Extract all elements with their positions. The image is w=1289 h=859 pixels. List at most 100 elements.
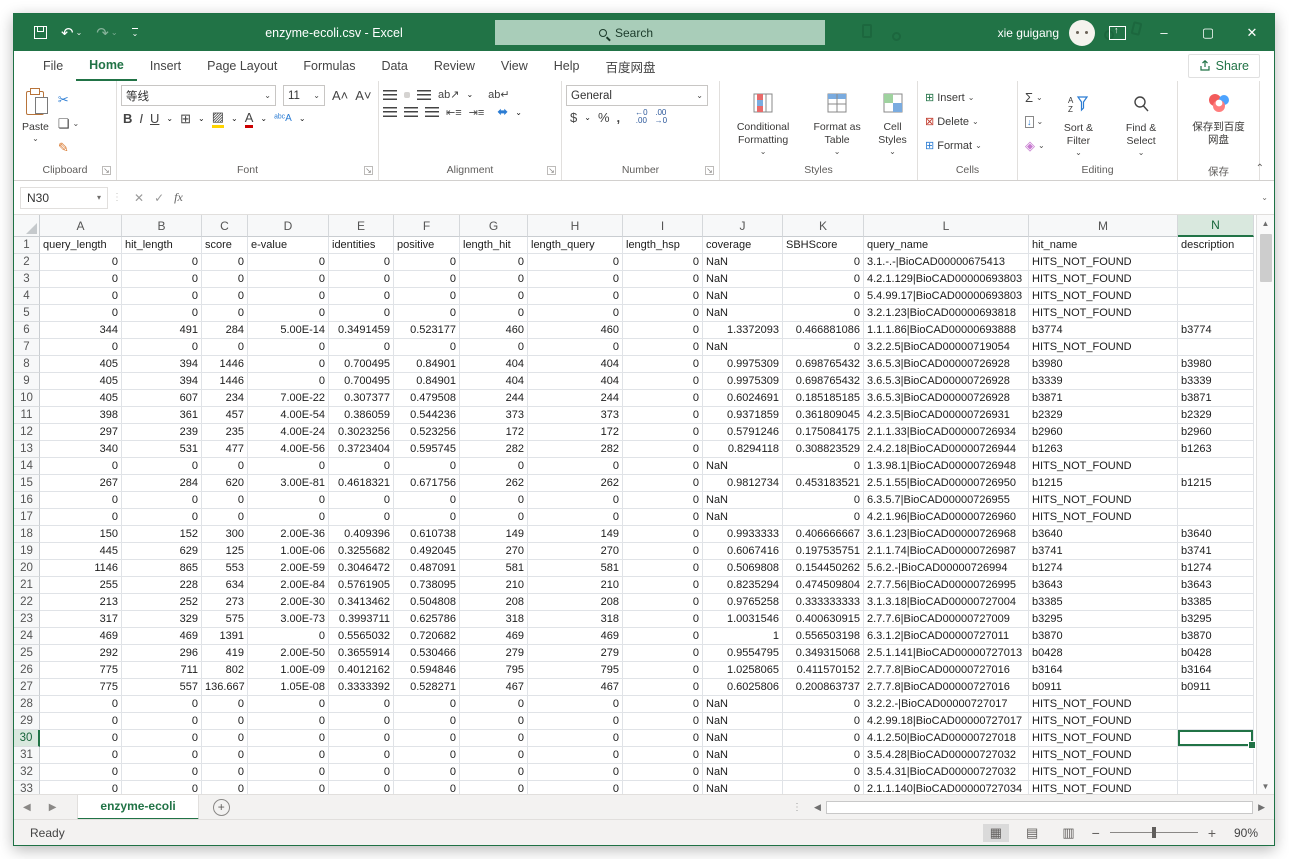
cell-H15[interactable]: 262 [528, 475, 623, 492]
cell-G24[interactable]: 469 [460, 628, 528, 645]
tab-view[interactable]: View [488, 51, 541, 81]
cell-B9[interactable]: 394 [122, 373, 202, 390]
cell-E2[interactable]: 0 [329, 254, 394, 271]
find-select-button[interactable]: Find & Select⌄ [1109, 85, 1173, 161]
align-right-button[interactable] [425, 107, 439, 117]
cell-B15[interactable]: 284 [122, 475, 202, 492]
cell-J31[interactable]: NaN [703, 747, 783, 764]
cell-I12[interactable]: 0 [623, 424, 703, 441]
cell-G18[interactable]: 149 [460, 526, 528, 543]
scroll-up-icon[interactable]: ▲ [1262, 215, 1270, 231]
cell-A6[interactable]: 344 [40, 322, 122, 339]
cell-K14[interactable]: 0 [783, 458, 864, 475]
cell-E31[interactable]: 0 [329, 747, 394, 764]
cell-E6[interactable]: 0.3491459 [329, 322, 394, 339]
column-header-C[interactable]: C [202, 215, 248, 237]
maximize-button[interactable]: ▢ [1186, 14, 1230, 51]
cell-L29[interactable]: 4.2.99.18|BioCAD00000727017 [864, 713, 1029, 730]
cell-B2[interactable]: 0 [122, 254, 202, 271]
cell-L16[interactable]: 6.3.5.7|BioCAD00000726955 [864, 492, 1029, 509]
cell-N12[interactable]: b2960 [1178, 424, 1254, 441]
cell-H8[interactable]: 404 [528, 356, 623, 373]
cell-J6[interactable]: 1.3372093 [703, 322, 783, 339]
cell-J23[interactable]: 1.0031546 [703, 611, 783, 628]
cell-I22[interactable]: 0 [623, 594, 703, 611]
cell-M5[interactable]: HITS_NOT_FOUND [1029, 305, 1178, 322]
cell-N21[interactable]: b3643 [1178, 577, 1254, 594]
cell-C14[interactable]: 0 [202, 458, 248, 475]
cell-K24[interactable]: 0.556503198 [783, 628, 864, 645]
cell-F14[interactable]: 0 [394, 458, 460, 475]
cell-B28[interactable]: 0 [122, 696, 202, 713]
row-header-21[interactable]: 21 [14, 577, 40, 594]
cell-G16[interactable]: 0 [460, 492, 528, 509]
cell-I27[interactable]: 0 [623, 679, 703, 696]
cell-E19[interactable]: 0.3255682 [329, 543, 394, 560]
cell-E24[interactable]: 0.5565032 [329, 628, 394, 645]
cell-A18[interactable]: 150 [40, 526, 122, 543]
cell-K18[interactable]: 0.406666667 [783, 526, 864, 543]
conditional-formatting-button[interactable]: Conditional Formatting⌄ [724, 85, 802, 160]
phonetic-guide-button[interactable]: ᵃᵇᶜA [274, 113, 292, 124]
cell-E14[interactable]: 0 [329, 458, 394, 475]
cell-G2[interactable]: 0 [460, 254, 528, 271]
cell-A5[interactable]: 0 [40, 305, 122, 322]
row-header-7[interactable]: 7 [14, 339, 40, 356]
row-header-29[interactable]: 29 [14, 713, 40, 730]
cell-M4[interactable]: HITS_NOT_FOUND [1029, 288, 1178, 305]
insert-cells-button[interactable]: ⊞Insert⌄ [922, 87, 985, 108]
cell-D22[interactable]: 2.00E-30 [248, 594, 329, 611]
cell-E13[interactable]: 0.3723404 [329, 441, 394, 458]
dialog-launcher-icon[interactable]: ↘ [547, 166, 556, 175]
tab-home[interactable]: Home [76, 51, 137, 81]
save-to-baidu-button[interactable]: 保存到百度网盘 [1187, 85, 1251, 150]
cell-A31[interactable]: 0 [40, 747, 122, 764]
cell-M21[interactable]: b3643 [1029, 577, 1178, 594]
tab-help[interactable]: Help [541, 51, 593, 81]
cell-K21[interactable]: 0.474509804 [783, 577, 864, 594]
cell-I10[interactable]: 0 [623, 390, 703, 407]
cell-D14[interactable]: 0 [248, 458, 329, 475]
cell-H13[interactable]: 282 [528, 441, 623, 458]
cell-C12[interactable]: 235 [202, 424, 248, 441]
cell-G8[interactable]: 404 [460, 356, 528, 373]
cell-L7[interactable]: 3.2.2.5|BioCAD00000719054 [864, 339, 1029, 356]
cell-K4[interactable]: 0 [783, 288, 864, 305]
cell-C4[interactable]: 0 [202, 288, 248, 305]
cell-B3[interactable]: 0 [122, 271, 202, 288]
cell-N19[interactable]: b3741 [1178, 543, 1254, 560]
normal-view-button[interactable]: ▦ [983, 824, 1009, 842]
row-header-11[interactable]: 11 [14, 407, 40, 424]
cell-C29[interactable]: 0 [202, 713, 248, 730]
cell-M10[interactable]: b3871 [1029, 390, 1178, 407]
cell-N27[interactable]: b0911 [1178, 679, 1254, 696]
cell-G14[interactable]: 0 [460, 458, 528, 475]
minimize-button[interactable]: – [1142, 14, 1186, 51]
cell-H22[interactable]: 208 [528, 594, 623, 611]
cell-M25[interactable]: b0428 [1029, 645, 1178, 662]
cell-I32[interactable]: 0 [623, 764, 703, 781]
cell-N24[interactable]: b3870 [1178, 628, 1254, 645]
name-box[interactable]: N30▾ [20, 187, 108, 209]
fill-button[interactable]: ↓⌄ [1022, 111, 1048, 132]
sort-filter-button[interactable]: AZ Sort & Filter⌄ [1050, 85, 1108, 161]
cell-G21[interactable]: 210 [460, 577, 528, 594]
cell-D5[interactable]: 0 [248, 305, 329, 322]
row-header-16[interactable]: 16 [14, 492, 40, 509]
cell-I1[interactable]: length_hsp [623, 237, 703, 254]
cell-D28[interactable]: 0 [248, 696, 329, 713]
cell-H4[interactable]: 0 [528, 288, 623, 305]
cell-M8[interactable]: b3980 [1029, 356, 1178, 373]
cell-K28[interactable]: 0 [783, 696, 864, 713]
row-header-14[interactable]: 14 [14, 458, 40, 475]
cell-J3[interactable]: NaN [703, 271, 783, 288]
row-header-25[interactable]: 25 [14, 645, 40, 662]
row-header-23[interactable]: 23 [14, 611, 40, 628]
cell-B30[interactable]: 0 [122, 730, 202, 747]
cell-E7[interactable]: 0 [329, 339, 394, 356]
cell-M24[interactable]: b3870 [1029, 628, 1178, 645]
cell-C8[interactable]: 1446 [202, 356, 248, 373]
cell-A25[interactable]: 292 [40, 645, 122, 662]
cell-E25[interactable]: 0.3655914 [329, 645, 394, 662]
cell-I3[interactable]: 0 [623, 271, 703, 288]
